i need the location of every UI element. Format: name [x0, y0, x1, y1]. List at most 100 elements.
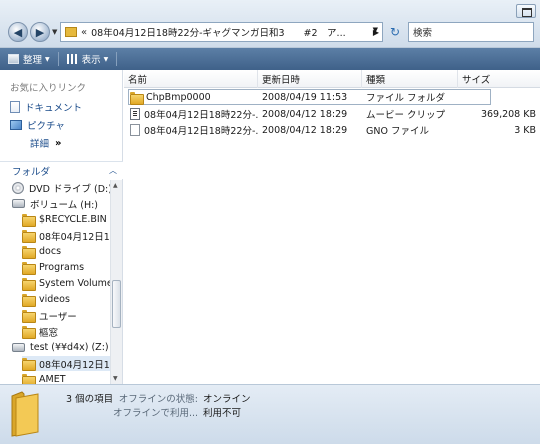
tree-item-folder[interactable]: System Volume	[22, 276, 110, 291]
folder-icon	[22, 278, 36, 291]
folder-icon	[22, 214, 36, 227]
file-date: 2008/04/12 18:29	[262, 124, 348, 136]
folder-tree-scrollbar[interactable]: ▲ ▼	[110, 180, 122, 384]
column-header-name[interactable]: 名前	[124, 70, 258, 88]
file-name: 08年04月12日18時22分-...	[144, 110, 258, 121]
address-overflow-icon[interactable]: «	[81, 27, 87, 38]
drive-icon	[12, 199, 25, 208]
folder-icon	[22, 310, 36, 323]
column-header-size[interactable]: サイズ	[458, 70, 540, 88]
column-header-date-modified[interactable]: 更新日時	[258, 70, 362, 88]
column-header-type[interactable]: 種類	[362, 70, 458, 88]
tree-item-label: AMET	[39, 374, 66, 384]
favorite-link-label: ドキュメント	[25, 103, 83, 114]
toolbar-separator	[116, 52, 118, 66]
folder-icon	[22, 294, 36, 307]
address-bar[interactable]: « 08年04月12日18時22分-ギャグマンガ日和3 #2 ア... ▶ ▼	[60, 22, 383, 42]
file-name: 08年04月12日18時22分-...	[144, 126, 258, 137]
views-label: 表示	[81, 55, 101, 66]
organize-button[interactable]: 整理 ▼	[8, 52, 50, 66]
favorite-link-label: ピクチャ	[27, 121, 65, 132]
address-folder-icon	[65, 27, 77, 37]
large-folder-icon	[11, 391, 39, 437]
offline-availability-value: 利用不可	[203, 408, 242, 419]
command-bar: 整理 ▼ 表示 ▼	[0, 48, 540, 70]
folders-collapse-icon[interactable]: ︿	[109, 165, 117, 176]
views-button[interactable]: 表示 ▼	[66, 52, 109, 66]
tree-item-folder[interactable]: 08年04月12日18時	[22, 228, 110, 243]
tree-item-folder[interactable]: videos	[22, 292, 110, 307]
forward-arrow-icon: ▶	[35, 25, 45, 39]
folder-icon	[22, 358, 36, 371]
views-icon	[66, 54, 78, 64]
organize-label: 整理	[23, 55, 43, 66]
file-date: 2008/04/19 11:53	[262, 91, 348, 103]
recent-pages-dropdown-icon[interactable]: ▼	[52, 28, 57, 36]
tree-item-volume-h[interactable]: ボリューム (H:)	[12, 196, 110, 211]
offline-status-label: オフラインの状態:	[118, 394, 198, 405]
search-input[interactable]: 検索	[408, 22, 534, 42]
file-date: 2008/04/12 18:29	[262, 108, 348, 120]
folder-icon	[130, 91, 144, 105]
back-button[interactable]: ◀	[8, 22, 28, 42]
file-size	[462, 89, 536, 105]
file-list-pane: 名前 更新日時 種類 サイズ ChpBmp0000 2008/04/19 11:…	[124, 70, 540, 384]
tree-item-folder-selected[interactable]: 08年04月12日18時	[22, 356, 110, 371]
search-placeholder: 検索	[413, 28, 433, 39]
views-caret-icon: ▼	[103, 55, 109, 63]
file-name-cell: ChpBmp0000	[130, 89, 258, 105]
folder-tree: DVD ドライブ (D:) ボリューム (H:) $RECYCLE.BIN 08…	[0, 180, 110, 384]
tree-item-folder[interactable]: 樞窓	[22, 324, 110, 339]
file-row[interactable]: 08年04月12日18時22分-... 2008/04/12 18:29 GNO…	[124, 122, 540, 138]
file-icon	[130, 124, 140, 136]
favorite-links-more[interactable]: 詳細 »	[30, 136, 62, 151]
forward-button[interactable]: ▶	[30, 22, 50, 42]
tree-item-folder[interactable]: ユーザー	[22, 308, 110, 323]
offline-status-row: オフラインの状態: オンライン	[62, 391, 251, 405]
restore-window-button[interactable]	[516, 4, 536, 18]
file-row[interactable]: 08年04月12日18時22分-... 2008/04/12 18:29 ムービ…	[124, 106, 540, 122]
address-dropdown-icon[interactable]: ▼	[373, 26, 378, 34]
folder-icon	[22, 246, 36, 259]
organize-icon	[8, 54, 19, 64]
picture-icon	[10, 120, 22, 130]
favorite-link-documents[interactable]: ドキュメント	[10, 100, 82, 114]
column-header-row: 名前 更新日時 種類 サイズ	[124, 70, 540, 88]
more-chevron-icon: »	[55, 137, 62, 149]
scroll-down-icon[interactable]: ▼	[113, 375, 118, 382]
file-name-cell: 08年04月12日18時22分-...	[130, 106, 258, 122]
tree-item-label: 08年04月12日18時	[39, 359, 110, 371]
folders-header-label: フォルダ	[12, 166, 51, 178]
network-drive-icon	[12, 343, 25, 352]
file-size: 3 KB	[514, 124, 536, 136]
title-bar: ◀ ▶ ▼ « 08年04月12日18時22分-ギャグマンガ日和3 #2 ア..…	[0, 0, 540, 48]
tree-item-network-drive-z[interactable]: test (¥¥d4x) (Z:)	[12, 340, 110, 355]
file-type: ファイル フォルダ	[366, 93, 446, 104]
tree-item-folder[interactable]: Programs	[22, 260, 110, 275]
tree-item-dvd-drive[interactable]: DVD ドライブ (D:)	[12, 180, 110, 195]
video-file-icon	[130, 108, 140, 120]
folders-header[interactable]: フォルダ ︿	[0, 161, 123, 179]
favorite-link-pictures[interactable]: ピクチャ	[10, 118, 65, 132]
folder-icon	[22, 230, 36, 243]
file-type: ムービー クリップ	[366, 110, 446, 121]
tree-item-label: docs	[39, 246, 62, 257]
tree-item-label: ボリューム (H:)	[30, 199, 98, 211]
refresh-icon: ↻	[389, 25, 401, 39]
refresh-button[interactable]: ↻	[386, 22, 404, 42]
folder-icon	[22, 374, 36, 384]
favorite-links-header: お気に入りリンク	[10, 83, 87, 94]
tree-item-label: DVD ドライブ (D:)	[29, 183, 110, 195]
tree-item-folder[interactable]: AMET	[22, 372, 110, 384]
document-icon	[10, 101, 20, 113]
tree-item-folder[interactable]: $RECYCLE.BIN	[22, 212, 110, 227]
file-row[interactable]: ChpBmp0000 2008/04/19 11:53 ファイル フォルダ	[124, 89, 540, 105]
tree-item-label: System Volume	[39, 278, 110, 289]
tree-item-label: test (¥¥d4x) (Z:)	[30, 342, 109, 353]
scrollbar-thumb[interactable]	[112, 280, 121, 328]
address-path[interactable]: 08年04月12日18時22分-ギャグマンガ日和3 #2 ア...	[91, 25, 370, 39]
tree-item-folder[interactable]: docs	[22, 244, 110, 259]
file-name: ChpBmp0000	[146, 91, 211, 103]
scroll-up-icon[interactable]: ▲	[113, 182, 118, 189]
offline-availability-row: オフラインで利用... 利用不可	[62, 405, 241, 419]
